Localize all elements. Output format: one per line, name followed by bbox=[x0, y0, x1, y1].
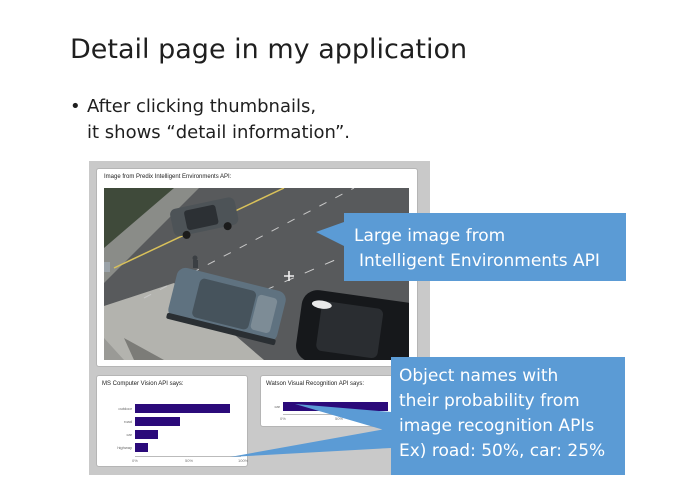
large-image-callout-line-1: Large image from bbox=[354, 226, 506, 246]
callout-2-pointer-ms bbox=[230, 428, 391, 457]
object-names-callout: Object names with their probability from… bbox=[391, 357, 625, 475]
large-image-callout-line-2: Intelligent Environments API bbox=[359, 251, 600, 271]
object-names-callout-line-3: image recognition APIs bbox=[399, 416, 595, 436]
object-names-callout-line-2: their probability from bbox=[399, 391, 580, 411]
object-names-callout-line-4: Ex) road: 50%, car: 25% bbox=[399, 441, 606, 461]
callout-2-pointer-watson bbox=[295, 404, 391, 432]
callout-1-pointer bbox=[316, 222, 344, 246]
large-image-callout: Large image from Intelligent Environment… bbox=[344, 213, 626, 281]
object-names-callout-line-1: Object names with bbox=[399, 366, 559, 386]
